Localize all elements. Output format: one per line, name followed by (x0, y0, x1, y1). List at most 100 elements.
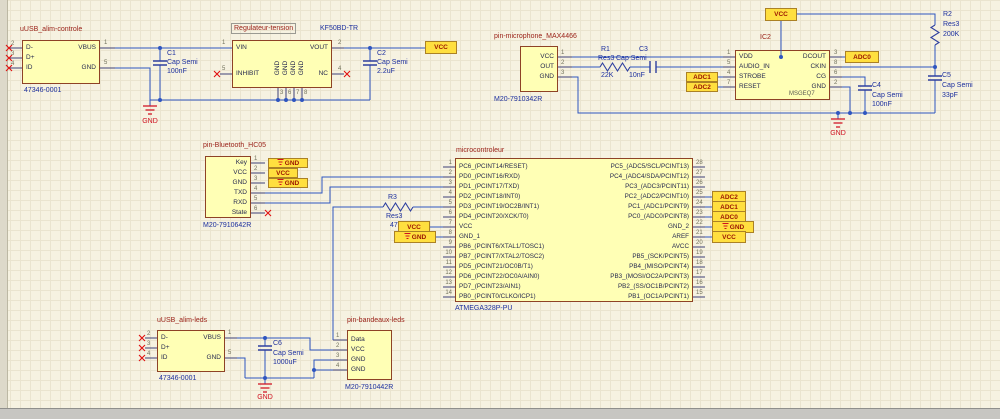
pin-number: 28 (696, 158, 708, 168)
adc0-port-ic2[interactable]: ADC0 (845, 51, 879, 63)
c6-type[interactable]: Cap Semi (273, 350, 304, 357)
bluetooth-title[interactable]: pin-Bluetooth_HC05 (203, 142, 266, 149)
pin-number: 1 (561, 48, 569, 58)
gnd-power-label[interactable]: GND (253, 394, 277, 401)
gnd-port-bt[interactable]: GND (268, 178, 308, 188)
window-edge-bottom (0, 408, 1000, 419)
c5-type[interactable]: Cap Semi (942, 82, 973, 89)
ic2-part-number[interactable]: MSGEQ7 (789, 91, 815, 97)
c5-designator[interactable]: C5 (942, 72, 951, 79)
gnd-power-label[interactable]: GND (138, 118, 162, 125)
pin-number: 3 (147, 339, 157, 349)
pin-number: 4 (147, 349, 157, 359)
pin-number: 6 (254, 204, 262, 214)
r1-type[interactable]: Res3 (598, 55, 614, 62)
pin-number: 5 (222, 66, 225, 72)
c4-value[interactable]: 100nF (872, 101, 892, 108)
c5-value[interactable]: 33pF (942, 92, 958, 99)
r1-value[interactable]: 22K (601, 72, 613, 79)
r2-value[interactable]: 200K (943, 31, 959, 38)
regulator-title[interactable]: Regulateur-tension (231, 23, 296, 34)
pin-label: GND (524, 72, 554, 82)
regulator-comment[interactable]: KF50BD-TR (320, 25, 358, 32)
pin-number: 4 (338, 66, 341, 72)
pin-label: INHIBIT (236, 70, 259, 78)
pin-number: 10 (440, 248, 452, 258)
r3-type[interactable]: Res3 (386, 213, 402, 220)
c2-value[interactable]: 2.2uF (377, 68, 395, 75)
pin-label: ID (26, 63, 56, 73)
leds-pin-labels: Data VCC GND GND (351, 335, 387, 375)
mic-part-number[interactable]: M20-7910342R (494, 96, 542, 103)
vcc-port-regulator[interactable]: VCC (425, 41, 457, 54)
gnd-port-bt-key[interactable]: GND (268, 158, 308, 168)
vcc-port-mcu-pin21[interactable]: VCC (712, 231, 746, 243)
pin-label: CG (776, 72, 826, 82)
ic2-designator[interactable]: IC2 (760, 34, 771, 41)
pin-number: 6 (288, 90, 291, 96)
pin-number: 7 (296, 90, 299, 96)
c1-type[interactable]: Cap Semi (167, 59, 198, 66)
gnd-port-mcu-pin8[interactable]: GND (394, 231, 436, 243)
vcc-port-label: VCC (722, 234, 736, 241)
r2-designator[interactable]: R2 (943, 11, 952, 18)
pin-label: RXD (209, 198, 247, 208)
pin-number: 15 (696, 288, 708, 298)
pin-label: PC3_(ADC3/PCINT11) (509, 182, 689, 192)
usb2-part-number[interactable]: 47346-0001 (159, 375, 196, 382)
pin-label: PC0_(ADC0/PCINT8) (509, 212, 689, 222)
pin-label: VIN (236, 44, 247, 52)
c4-type[interactable]: Cap Semi (872, 92, 903, 99)
leds-part-number[interactable]: M20-7910442R (345, 384, 393, 391)
gnd-power-label[interactable]: GND (826, 130, 850, 137)
leds-title[interactable]: pin-bandeaux-leds (347, 317, 405, 324)
r1-designator[interactable]: R1 (601, 46, 610, 53)
mic-title[interactable]: pin-microphone_MAX4466 (494, 33, 577, 40)
vcc-port-label: VCC (407, 224, 421, 231)
usb1-part-number[interactable]: 47346-0001 (24, 87, 61, 94)
c3-designator[interactable]: C3 (639, 46, 648, 53)
c2-designator[interactable]: C2 (377, 50, 386, 57)
c3-type[interactable]: Cap Semi (616, 55, 647, 62)
c3-value[interactable]: 10nF (629, 72, 645, 79)
gnd-port-label: GND (285, 160, 299, 167)
mcu-part-number[interactable]: ATMEGA328P-PU (455, 305, 512, 312)
r3-designator[interactable]: R3 (388, 194, 397, 201)
bluetooth-part-number[interactable]: M20-7910642R (203, 222, 251, 229)
bluetooth-pin-labels: Key VCC GND TXD RXD State (209, 158, 247, 218)
pin-label: CKIN (776, 62, 826, 72)
pin-label: Data (351, 335, 387, 345)
c6-value[interactable]: 1000uF (273, 359, 297, 366)
usb1-left-pin-labels: D- D+ ID (26, 43, 56, 73)
gnd-port-label: GND (285, 180, 299, 187)
pin-label: DCOUT (776, 52, 826, 62)
ic2-right-pin-labels: DCOUT CKIN CG GND (776, 52, 826, 92)
adc2-port-ic2[interactable]: ADC2 (686, 82, 718, 92)
pin-label: GND (351, 365, 387, 375)
c4-designator[interactable]: C4 (872, 82, 881, 89)
vcc-port-ic2[interactable]: VCC (765, 8, 797, 21)
pin-number: 3 (11, 49, 21, 59)
adc1-port-label: ADC1 (693, 74, 711, 81)
r2-type[interactable]: Res3 (943, 21, 959, 28)
c2-type[interactable]: Cap Semi (377, 59, 408, 66)
c1-designator[interactable]: C1 (167, 50, 176, 57)
ic2-left-pin-numbers: 1 5 4 7 (727, 48, 733, 88)
pin-number: 1 (336, 331, 344, 341)
usb2-title[interactable]: uUSB_alim-leds (157, 317, 207, 324)
pin-number: 26 (696, 178, 708, 188)
pin-label: PB3_(MOSI/OC2A/PCINT3) (509, 272, 689, 282)
c6-designator[interactable]: C6 (273, 340, 282, 347)
mcu-title[interactable]: microcontroleur (456, 147, 504, 154)
vcc-port-bt[interactable]: VCC (268, 168, 298, 178)
pin-number: 5 (727, 58, 733, 68)
usb1-title[interactable]: uUSB_alim-controle (20, 26, 82, 33)
pin-number: 3 (834, 48, 840, 58)
schematic-canvas[interactable]: uUSB_alim-controle D- D+ ID 2 3 4 VBUS G… (0, 0, 1000, 419)
adc1-port-ic2[interactable]: ADC1 (686, 72, 718, 82)
pin-number: 1 (228, 330, 231, 336)
c1-value[interactable]: 100nF (167, 68, 187, 75)
pin-label: GND (60, 64, 96, 72)
pin-number: 4 (440, 188, 452, 198)
vcc-port-label: VCC (276, 170, 290, 177)
